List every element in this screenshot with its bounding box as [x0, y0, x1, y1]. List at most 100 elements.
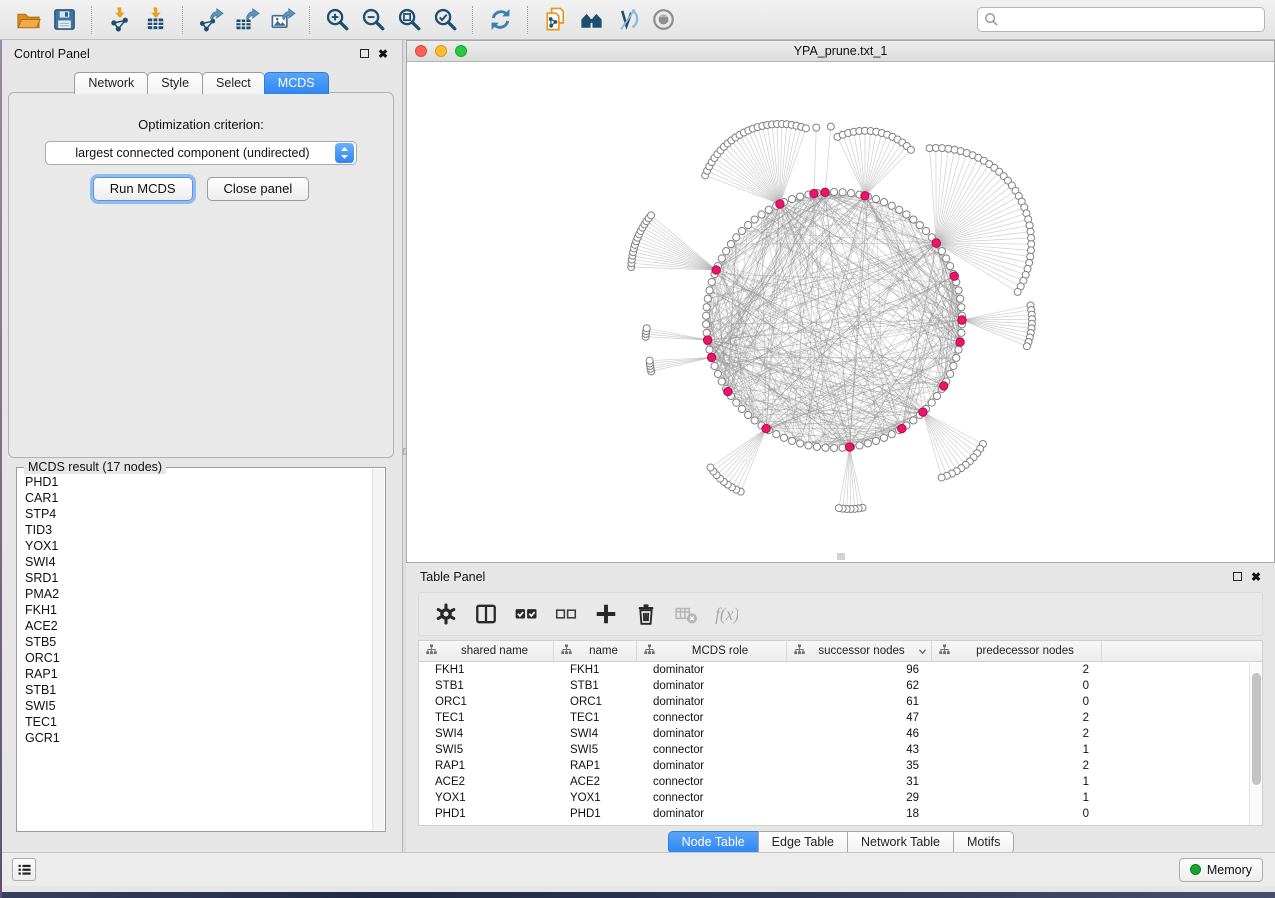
search-input[interactable]	[1004, 13, 1258, 27]
tab-network[interactable]: Network	[74, 72, 148, 94]
import-network-icon	[111, 7, 128, 31]
mcds-result-node[interactable]: YOX1	[25, 538, 372, 554]
tab-edge-table[interactable]: Edge Table	[758, 831, 848, 854]
close-panel-icon[interactable]: ✖	[378, 48, 388, 60]
mcds-hub-node[interactable]	[932, 239, 940, 247]
table-row[interactable]: RAP1RAP1dominator352	[419, 758, 1262, 774]
table-scrollbar-thumb[interactable]	[1252, 673, 1261, 785]
export-network-button[interactable]	[192, 4, 228, 36]
run-mcds-button[interactable]: Run MCDS	[93, 177, 193, 201]
tab-motifs[interactable]: Motifs	[953, 831, 1014, 854]
mcds-hub-node[interactable]	[950, 272, 958, 280]
export-image-button[interactable]	[264, 4, 300, 36]
table-row[interactable]: FKH1FKH1dominator962	[419, 662, 1262, 678]
mcds-hub-node[interactable]	[724, 387, 732, 395]
deselect-all-checks-button[interactable]	[551, 599, 581, 629]
mcds-result-node[interactable]: PHD1	[25, 474, 372, 490]
refresh-view-button[interactable]	[482, 4, 518, 36]
mcds-hub-node[interactable]	[958, 316, 966, 324]
cell-successor-nodes: 61	[787, 696, 932, 708]
import-network-button[interactable]	[101, 4, 137, 36]
mcds-result-node[interactable]: FKH1	[25, 602, 372, 618]
column-header-predecessor-nodes[interactable]: predecessor nodes	[932, 641, 1102, 661]
mcds-result-node[interactable]: TID3	[25, 522, 372, 538]
mcds-hub-node[interactable]	[845, 443, 853, 451]
column-header-name[interactable]: name	[554, 641, 637, 661]
mcds-result-list[interactable]: PHD1CAR1STP4TID3YOX1SWI4SRD1PMA2FKH1ACE2…	[18, 469, 372, 830]
export-table-button[interactable]	[228, 4, 264, 36]
mcds-result-node[interactable]: SRD1	[25, 570, 372, 586]
tab-mcds[interactable]: MCDS	[264, 72, 329, 94]
mcds-hub-node[interactable]	[707, 353, 715, 361]
zoom-in-button[interactable]	[319, 4, 355, 36]
network-window-titlebar[interactable]: YPA_prune.txt_1	[407, 41, 1274, 62]
mcds-result-node[interactable]: ORC1	[25, 650, 372, 666]
mcds-result-node[interactable]: STB5	[25, 634, 372, 650]
network-graph[interactable]	[407, 62, 1274, 560]
column-header-successor-nodes[interactable]: successor nodes	[787, 641, 932, 661]
delete-column-button[interactable]	[631, 599, 661, 629]
mcds-hub-node[interactable]	[940, 382, 948, 390]
save-session-button[interactable]	[46, 4, 82, 36]
search-binoculars-button[interactable]	[573, 4, 609, 36]
result-list-scrollbar[interactable]	[372, 469, 384, 830]
add-column-button[interactable]	[591, 599, 621, 629]
mcds-hub-node[interactable]	[956, 338, 964, 346]
network-document-button[interactable]	[537, 4, 573, 36]
settings-gear-button[interactable]	[431, 599, 461, 629]
column-header-MCDS-role[interactable]: MCDS role	[637, 641, 787, 661]
mcds-hub-node[interactable]	[861, 192, 869, 200]
zoom-out-button[interactable]	[355, 4, 391, 36]
tab-select[interactable]: Select	[202, 72, 265, 94]
task-history-button[interactable]	[12, 858, 36, 881]
table-row[interactable]: SWI4SWI4dominator462	[419, 726, 1262, 742]
table-scrollbar[interactable]	[1249, 663, 1262, 825]
close-panel-button[interactable]: Close panel	[207, 177, 310, 201]
split-panel-button[interactable]	[471, 599, 501, 629]
table-row[interactable]: PHD1PHD1dominator180	[419, 806, 1262, 822]
import-table-button[interactable]	[137, 4, 173, 36]
mcds-result-node[interactable]: SWI5	[25, 698, 372, 714]
tab-node-table[interactable]: Node Table	[668, 831, 759, 854]
network-canvas[interactable]	[407, 62, 1274, 562]
table-row[interactable]: YOX1YOX1connector291	[419, 790, 1262, 806]
mcds-hub-node[interactable]	[712, 266, 720, 274]
mcds-result-node[interactable]: GCR1	[25, 730, 372, 746]
tab-network-table[interactable]: Network Table	[847, 831, 954, 854]
close-table-panel-icon[interactable]: ✖	[1251, 571, 1261, 583]
canvas-divider-grip[interactable]	[837, 553, 845, 560]
mcds-result-node[interactable]: CAR1	[25, 490, 372, 506]
float-table-panel-icon[interactable]	[1233, 572, 1242, 581]
search-field[interactable]	[977, 7, 1265, 32]
mcds-result-node[interactable]: RAP1	[25, 666, 372, 682]
open-file-button[interactable]	[10, 4, 46, 36]
mcds-result-node[interactable]: PMA2	[25, 586, 372, 602]
mcds-result-node[interactable]: ACE2	[25, 618, 372, 634]
table-row[interactable]: SWI5SWI5connector431	[419, 742, 1262, 758]
table-row[interactable]: ORC1ORC1dominator610	[419, 694, 1262, 710]
first-neighbors-button[interactable]	[609, 4, 645, 36]
zoom-fit-button[interactable]	[391, 4, 427, 36]
memory-button[interactable]: Memory	[1179, 858, 1263, 882]
mcds-result-node[interactable]: TEC1	[25, 714, 372, 730]
column-header-shared-name[interactable]: shared name	[419, 641, 554, 661]
mcds-hub-node[interactable]	[919, 408, 927, 416]
mcds-hub-node[interactable]	[776, 200, 784, 208]
mcds-result-node[interactable]: STB1	[25, 682, 372, 698]
mcds-hub-node[interactable]	[898, 424, 906, 432]
mcds-hub-node[interactable]	[821, 188, 829, 196]
float-panel-icon[interactable]	[360, 49, 369, 58]
mcds-hub-node[interactable]	[810, 189, 818, 197]
show-hide-button[interactable]	[645, 4, 681, 36]
mcds-hub-node[interactable]	[703, 336, 711, 344]
table-row[interactable]: ACE2ACE2connector311	[419, 774, 1262, 790]
mcds-hub-node[interactable]	[762, 424, 770, 432]
zoom-selected-button[interactable]	[427, 4, 463, 36]
tab-style[interactable]: Style	[147, 72, 203, 94]
table-row[interactable]: STB1STB1dominator620	[419, 678, 1262, 694]
select-all-checks-button[interactable]	[511, 599, 541, 629]
mcds-result-node[interactable]: STP4	[25, 506, 372, 522]
table-row[interactable]: TEC1TEC1connector472	[419, 710, 1262, 726]
mcds-result-node[interactable]: SWI4	[25, 554, 372, 570]
criterion-dropdown[interactable]: largest connected component (undirected)	[45, 141, 357, 165]
